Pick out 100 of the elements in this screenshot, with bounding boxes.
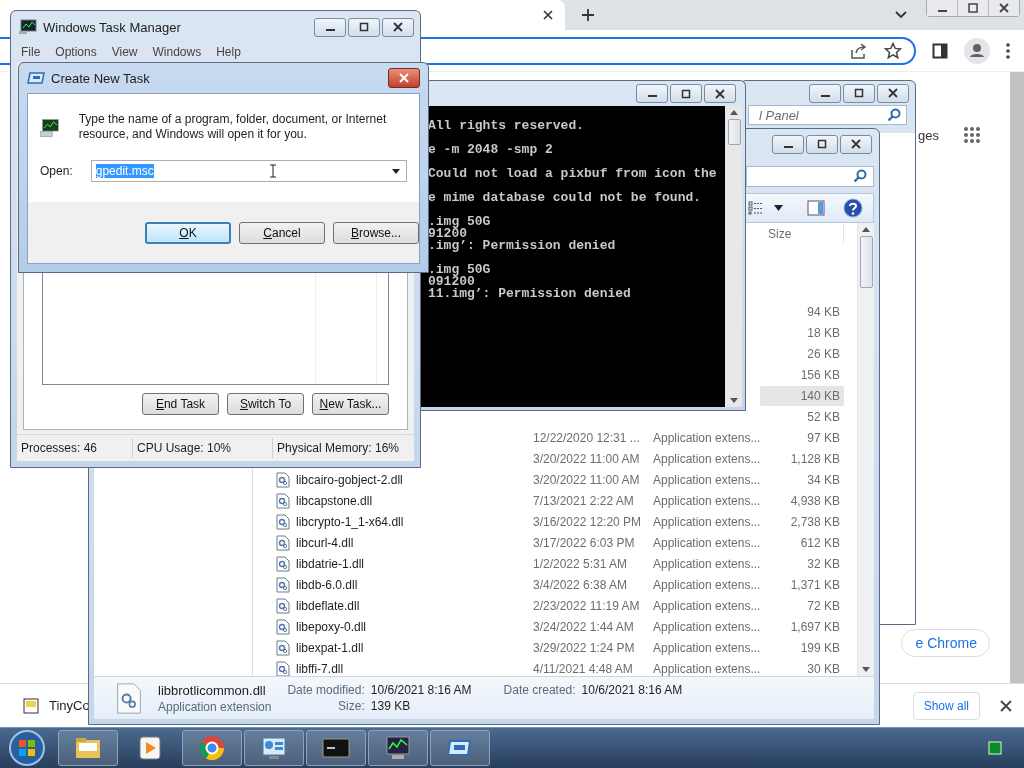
new-tab-icon[interactable] <box>581 8 595 22</box>
close-button[interactable] <box>388 68 420 88</box>
file-name[interactable]: libcrypto-1_1-x64.dll <box>296 514 404 529</box>
menu-icon[interactable] <box>1006 42 1010 59</box>
console-line: 91200 <box>428 228 467 240</box>
file-size[interactable]: 97 KB <box>760 427 844 448</box>
max-button[interactable] <box>670 84 702 103</box>
column-header[interactable]: Size <box>760 224 844 244</box>
file-size[interactable]: 199 KB <box>760 637 844 658</box>
file-size[interactable]: 4,938 KB <box>760 490 844 511</box>
taskbar-button[interactable] <box>368 730 428 766</box>
file-size[interactable]: 32 KB <box>760 553 844 574</box>
help-icon[interactable] <box>843 198 863 218</box>
close-button[interactable] <box>840 134 872 154</box>
console-line: 11.img’: Permission denied <box>428 288 632 300</box>
file-name[interactable]: libdb-6.0.dll <box>296 577 358 592</box>
dropdown-arrow-icon[interactable] <box>392 168 400 174</box>
file-size[interactable]: 1,697 KB <box>760 616 844 637</box>
close-icon[interactable] <box>1000 699 1012 712</box>
max-button[interactable] <box>806 134 838 154</box>
taskbar-button[interactable] <box>306 730 366 766</box>
file-name[interactable]: libcapstone.dll <box>296 493 373 508</box>
min-button[interactable] <box>809 83 841 103</box>
scroll-down-icon[interactable] <box>862 667 870 672</box>
file-size[interactable]: 34 KB <box>760 469 844 490</box>
file-size[interactable]: 2,738 KB <box>760 511 844 532</box>
close-button[interactable] <box>382 17 414 37</box>
default-button[interactable]: OK <box>145 221 231 244</box>
selected-file-size[interactable]: 140 KB <box>760 385 844 406</box>
scrollbar[interactable] <box>725 106 742 407</box>
close-button[interactable] <box>877 83 909 103</box>
scroll-thumb[interactable] <box>727 119 741 145</box>
menu-item[interactable]: Options <box>55 45 97 59</box>
file-name[interactable]: libcairo-gobject-2.dll <box>296 472 403 487</box>
dialog-button[interactable]: Cancel <box>239 221 325 244</box>
taskbar-button[interactable] <box>182 730 242 766</box>
browser-promo-button[interactable]: e Chrome <box>900 629 990 657</box>
file-name[interactable]: libcurl-4.dll <box>296 535 354 550</box>
max-button[interactable] <box>348 17 380 37</box>
search-icon[interactable] <box>853 169 867 183</box>
taskbar-button[interactable] <box>244 730 304 766</box>
close-icon[interactable] <box>542 9 554 21</box>
file-name[interactable]: libexpat-1.dll <box>296 640 364 655</box>
min-button[interactable] <box>314 17 346 37</box>
file-size[interactable]: 30 KB <box>760 658 844 679</box>
file-name[interactable]: libdatrie-1.dll <box>296 556 365 571</box>
file-size[interactable]: 18 KB <box>760 322 844 343</box>
task-button[interactable]: Switch To <box>227 393 304 415</box>
close-button[interactable] <box>988 0 1019 16</box>
file-name[interactable]: libdeflate.dll <box>296 598 360 613</box>
scroll-thumb[interactable] <box>859 236 873 288</box>
menu-item[interactable]: Windows <box>152 45 202 59</box>
download-file-name[interactable]: TinyCo <box>49 698 90 713</box>
menu-item[interactable]: View <box>111 45 138 59</box>
max-button[interactable] <box>843 83 875 103</box>
file-size[interactable]: 1,371 KB <box>760 574 844 595</box>
search-icon[interactable] <box>887 108 901 122</box>
min-button[interactable] <box>927 0 957 16</box>
min-button[interactable] <box>636 84 668 103</box>
view-list-icon[interactable] <box>748 201 764 215</box>
chevron-down-icon[interactable] <box>894 10 908 20</box>
file-size[interactable]: 94 KB <box>760 301 844 322</box>
file-gear-icon <box>276 576 290 593</box>
file-size[interactable]: 156 KB <box>760 364 844 385</box>
share-icon[interactable] <box>850 42 868 59</box>
file-size[interactable]: 612 KB <box>760 532 844 553</box>
scroll-up-icon[interactable] <box>730 110 738 115</box>
scrollbar[interactable] <box>857 223 874 676</box>
dialog-button[interactable]: Browse... <box>333 221 419 244</box>
file-size[interactable]: 52 KB <box>760 406 844 427</box>
file-size[interactable]: 26 KB <box>760 343 844 364</box>
status-text: CPU Usage: 10% <box>133 438 273 458</box>
side-panel-icon[interactable] <box>932 42 948 59</box>
close-icon <box>393 22 403 32</box>
close-button[interactable] <box>704 84 736 103</box>
min-button[interactable] <box>772 134 804 154</box>
taskbar-button[interactable] <box>430 730 490 766</box>
file-size[interactable]: 1,128 KB <box>760 448 844 469</box>
caret-icon[interactable] <box>774 205 783 211</box>
task-button[interactable]: New Task... <box>312 393 389 415</box>
scrollbar[interactable] <box>1010 72 1024 683</box>
start-orb-icon[interactable] <box>8 729 46 767</box>
menu-item[interactable]: File <box>21 45 41 59</box>
show-all-button[interactable]: Show all <box>912 691 980 720</box>
avatar-icon[interactable] <box>964 37 990 64</box>
search-field[interactable]: l Panel <box>748 105 907 125</box>
apps-grid-icon[interactable] <box>963 126 981 144</box>
taskbar-button[interactable] <box>58 730 118 766</box>
search-field[interactable] <box>746 165 874 187</box>
file-name[interactable]: libffi-7.dll <box>296 661 344 676</box>
task-button[interactable]: End Task <box>142 393 219 415</box>
preview-pane-icon[interactable] <box>807 200 825 216</box>
file-size[interactable]: 72 KB <box>760 595 844 616</box>
scroll-down-icon[interactable] <box>730 398 738 403</box>
menu-item[interactable]: Help <box>216 45 241 59</box>
text-cursor-icon <box>268 164 277 178</box>
star-icon[interactable] <box>884 41 902 60</box>
scroll-up-icon[interactable] <box>862 227 870 232</box>
file-name[interactable]: libepoxy-0.dll <box>296 619 367 634</box>
date-modified: 1/2/2022 5:31 AM <box>533 556 628 571</box>
